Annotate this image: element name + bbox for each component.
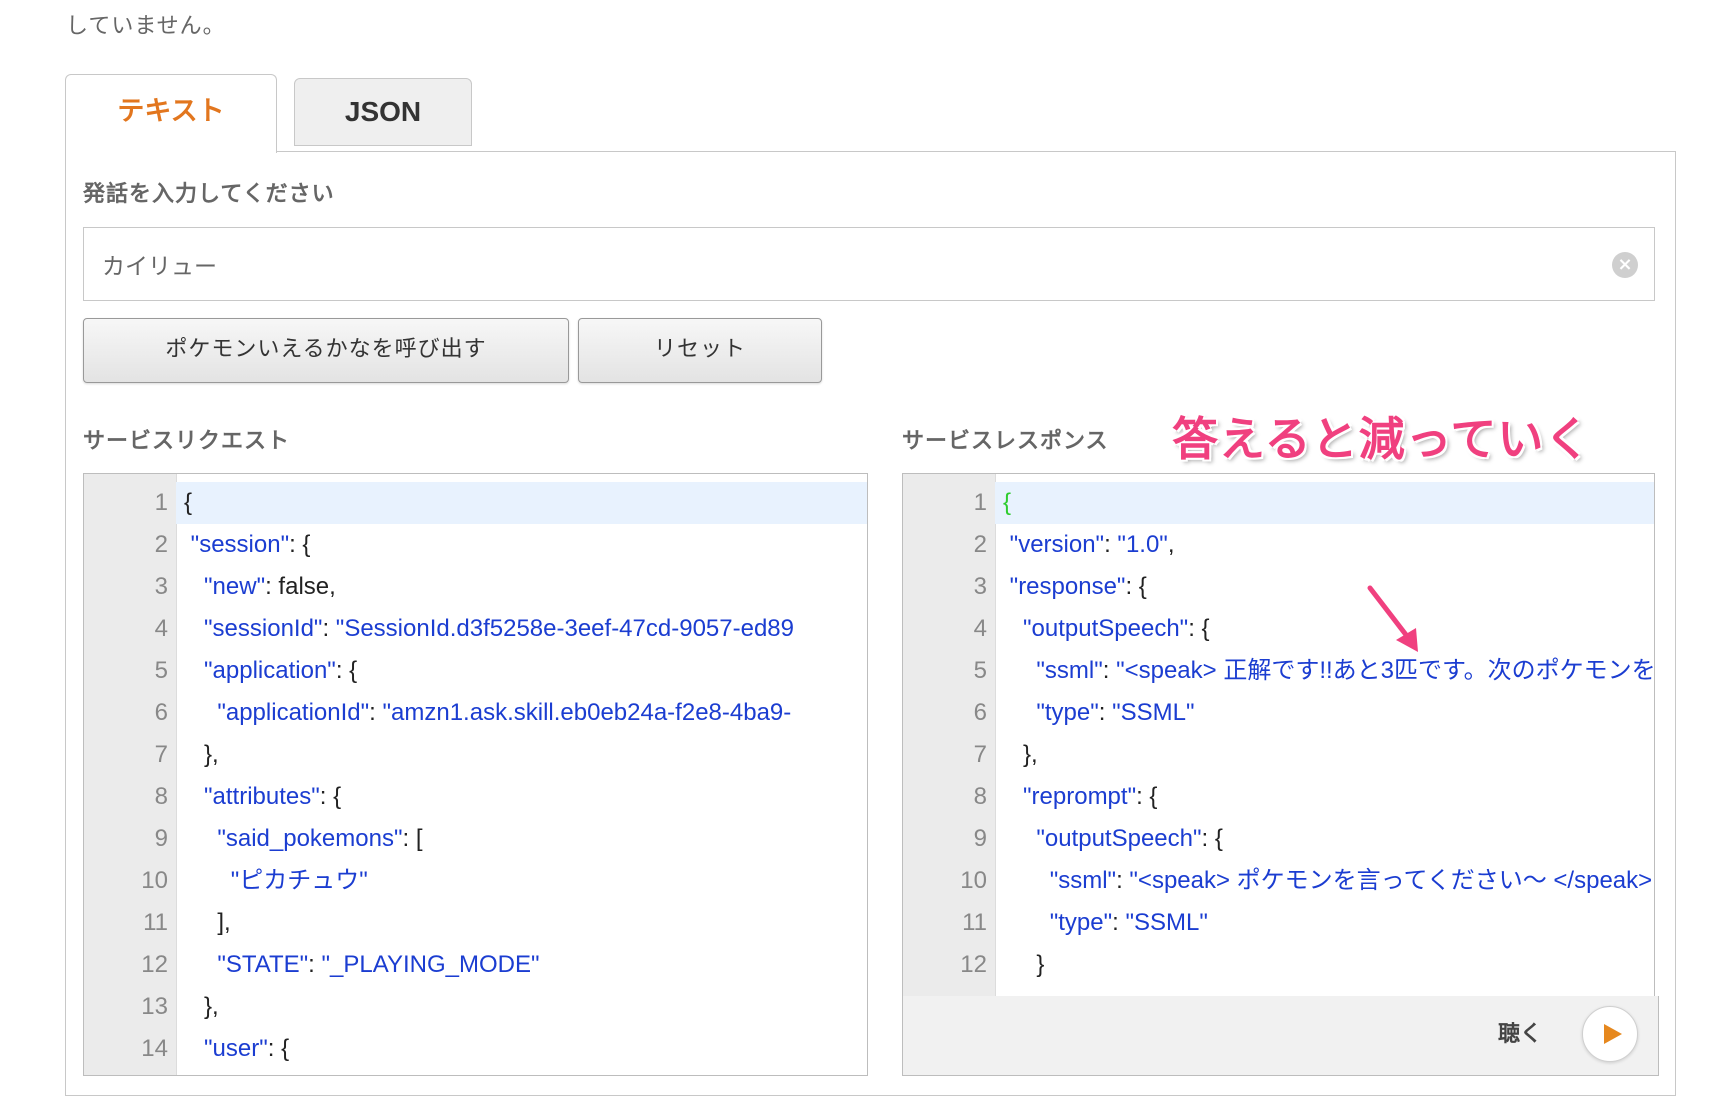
line-number: 4: [154, 615, 168, 642]
line-number: 3: [154, 573, 168, 600]
code-text: "applicationId": "amzn1.ask.skill.eb0eb2…: [217, 699, 792, 726]
line-number: 6: [154, 699, 168, 726]
utterance-label: 発話を入力してください: [83, 182, 335, 207]
line-number: 1: [154, 489, 168, 516]
code-text: },: [184, 741, 219, 768]
code-line: 3 "new": false,: [84, 566, 867, 608]
code-line: 12 "STATE": "_PLAYING_MODE": [84, 944, 867, 986]
code-line: 1{: [903, 482, 1654, 524]
code-line: 8 "reprompt": {: [903, 776, 1654, 818]
line-number: 6: [973, 699, 987, 726]
code-text: },: [1003, 741, 1038, 768]
code-line: 8 "attributes": {: [84, 776, 867, 818]
code-line: 5 "ssml": "<speak> 正解です!!あと3匹です。次のポケモンを: [903, 650, 1654, 692]
code-text: "session": {: [190, 531, 311, 558]
code-text: "type": "SSML": [1049, 909, 1208, 936]
code-text: {: [1003, 489, 1012, 516]
line-number: 4: [973, 615, 987, 642]
line-number: 8: [154, 783, 168, 810]
code-line: 12 }: [903, 944, 1654, 986]
code-text: "STATE": "_PLAYING_MODE": [217, 951, 540, 978]
code-line: 4 "outputSpeech": {: [903, 608, 1654, 650]
code-text: "ピカチュウ": [230, 867, 368, 894]
code-text: }: [1003, 951, 1045, 978]
line-number: 7: [973, 741, 987, 768]
line-number: 12: [960, 951, 987, 978]
code-text: ],: [184, 909, 231, 936]
code-text: "application": {: [204, 657, 358, 684]
code-text: {: [184, 489, 193, 516]
line-number: 5: [973, 657, 987, 684]
line-number: 2: [973, 531, 987, 558]
code-text: "reprompt": {: [1023, 783, 1158, 810]
code-line: 1{: [84, 482, 867, 524]
invoke-skill-button[interactable]: ポケモンいえるかなを呼び出す: [83, 318, 569, 383]
annotation-arrow-icon: [1367, 585, 1418, 652]
code-text: "user": {: [204, 1035, 290, 1062]
reset-button[interactable]: リセット: [578, 318, 822, 383]
line-number: 1: [973, 489, 987, 516]
line-number: 10: [960, 867, 987, 894]
code-text: "outputSpeech": {: [1023, 615, 1210, 642]
line-number: 8: [973, 783, 987, 810]
request-code-editor[interactable]: 1{2 "session": {3 "new": false, 4 "sessio…: [83, 473, 868, 1076]
code-line: 4 "sessionId": "SessionId.d3f5258e-3eef-…: [84, 608, 867, 650]
utterance-input[interactable]: [84, 228, 1574, 300]
line-number: 5: [154, 657, 168, 684]
code-line: 2 "session": {: [84, 524, 867, 566]
listen-label: 聴く: [1497, 1022, 1542, 1047]
line-number: 3: [973, 573, 987, 600]
code-line: 9 "outputSpeech": {: [903, 818, 1654, 860]
tab-json[interactable]: JSON: [294, 78, 472, 146]
code-text: },: [184, 993, 219, 1020]
code-line: 2 "version": "1.0",: [903, 524, 1654, 566]
play-button[interactable]: [1582, 1006, 1638, 1062]
service-request-label: サービスリクエスト: [83, 429, 291, 454]
listen-bar: 聴く: [902, 996, 1659, 1076]
code-line: 5 "application": {: [84, 650, 867, 692]
code-text: "response": {: [1009, 573, 1147, 600]
response-code-editor[interactable]: 1{2 "version": "1.0", 3 "response": {4 "o…: [902, 473, 1655, 997]
code-text: "version": "1.0",: [1009, 531, 1175, 558]
line-number: 11: [962, 909, 987, 936]
tab-text[interactable]: テキスト: [65, 74, 277, 153]
code-text: "sessionId": "SessionId.d3f5258e-3eef-47…: [204, 615, 794, 642]
code-text: "said_pokemons": [: [217, 825, 423, 852]
code-line: 6 "applicationId": "amzn1.ask.skill.eb0e…: [84, 692, 867, 734]
line-number: 12: [141, 951, 168, 978]
line-number: 14: [141, 1035, 168, 1062]
line-number: 7: [154, 741, 168, 768]
code-line: 14 "user": {: [84, 1028, 867, 1070]
line-number: 10: [141, 867, 168, 894]
code-text: "type": "SSML": [1036, 699, 1195, 726]
code-text: "new": false,: [204, 573, 336, 600]
code-line: 13 },: [84, 986, 867, 1028]
code-line: 11 ],: [84, 902, 867, 944]
line-number: 13: [141, 993, 168, 1020]
code-line: 10 "ssml": "<speak> ポケモンを言ってください〜 </spea…: [903, 860, 1654, 902]
code-line: 6 "type": "SSML": [903, 692, 1654, 734]
code-line: 11 "type": "SSML": [903, 902, 1654, 944]
code-line: 10 "ピカチュウ": [84, 860, 867, 902]
code-text: "ssml": "<speak> ポケモンを言ってください〜 </speak>: [1049, 867, 1653, 894]
clear-icon[interactable]: ×: [1612, 252, 1638, 278]
line-number: 2: [154, 531, 168, 558]
code-line: 9 "said_pokemons": [: [84, 818, 867, 860]
top-note-text: していません。: [66, 14, 226, 39]
line-number: 11: [143, 909, 168, 936]
code-line: 7 },: [84, 734, 867, 776]
play-icon: [1604, 1024, 1622, 1044]
annotation-text: 答えると減っていく: [1172, 412, 1592, 466]
line-number: 9: [154, 825, 168, 852]
code-line: 3 "response": {: [903, 566, 1654, 608]
utterance-field: ×: [83, 227, 1655, 301]
service-response-label: サービスレスポンス: [902, 429, 1109, 454]
line-number: 9: [973, 825, 987, 852]
code-text: "outputSpeech": {: [1036, 825, 1223, 852]
code-line: 7 },: [903, 734, 1654, 776]
code-text: "attributes": {: [204, 783, 342, 810]
code-text: "ssml": "<speak> 正解です!!あと3匹です。次のポケモンを: [1036, 657, 1655, 684]
